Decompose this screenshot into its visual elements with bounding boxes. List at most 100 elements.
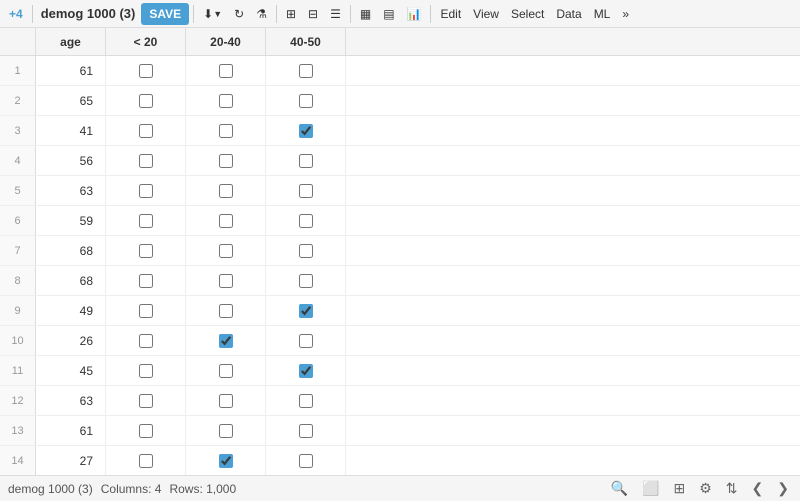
cell-c2040[interactable] bbox=[186, 326, 266, 355]
checkbox-c2040[interactable] bbox=[219, 64, 233, 78]
cell-c4050[interactable] bbox=[266, 116, 346, 145]
checkbox-lt20[interactable] bbox=[139, 94, 153, 108]
cell-c2040[interactable] bbox=[186, 236, 266, 265]
cell-c4050[interactable] bbox=[266, 236, 346, 265]
checkbox-lt20[interactable] bbox=[139, 394, 153, 408]
checkbox-lt20[interactable] bbox=[139, 184, 153, 198]
cell-c4050[interactable] bbox=[266, 416, 346, 445]
checkbox-c4050[interactable] bbox=[299, 94, 313, 108]
col-header-4050[interactable]: 40-50 bbox=[266, 28, 346, 55]
cell-c4050[interactable] bbox=[266, 56, 346, 85]
cell-lt20[interactable] bbox=[106, 386, 186, 415]
checkbox-c4050[interactable] bbox=[299, 154, 313, 168]
cell-c4050[interactable] bbox=[266, 86, 346, 115]
cell-c2040[interactable] bbox=[186, 86, 266, 115]
cell-lt20[interactable] bbox=[106, 266, 186, 295]
bookmark-status-icon[interactable]: ⬜ bbox=[639, 480, 662, 497]
cell-c4050[interactable] bbox=[266, 206, 346, 235]
checkbox-c2040[interactable] bbox=[219, 124, 233, 138]
checkbox-c4050[interactable] bbox=[299, 244, 313, 258]
checkbox-c4050[interactable] bbox=[299, 304, 313, 318]
checkbox-c2040[interactable] bbox=[219, 94, 233, 108]
card-view-button[interactable]: ⊟ bbox=[303, 3, 323, 25]
checkbox-c4050[interactable] bbox=[299, 454, 313, 468]
settings-status-icon[interactable]: ⚙ bbox=[696, 480, 715, 497]
row-stats-button[interactable]: ▤ bbox=[378, 3, 399, 25]
checkbox-c2040[interactable] bbox=[219, 214, 233, 228]
download-button[interactable]: ⬇ ▼ bbox=[198, 3, 227, 25]
save-button[interactable]: SAVE bbox=[141, 3, 189, 25]
chart-button[interactable]: 📊 bbox=[402, 3, 427, 25]
nav-next-icon[interactable]: ❯ bbox=[774, 480, 792, 497]
sort-status-icon[interactable]: ⇅ bbox=[723, 480, 741, 497]
cell-c2040[interactable] bbox=[186, 116, 266, 145]
cell-lt20[interactable] bbox=[106, 86, 186, 115]
checkbox-lt20[interactable] bbox=[139, 154, 153, 168]
cell-c2040[interactable] bbox=[186, 446, 266, 475]
checkbox-c2040[interactable] bbox=[219, 304, 233, 318]
cell-lt20[interactable] bbox=[106, 416, 186, 445]
checkbox-lt20[interactable] bbox=[139, 124, 153, 138]
col-stats-button[interactable]: ▦ bbox=[355, 3, 376, 25]
checkbox-lt20[interactable] bbox=[139, 454, 153, 468]
list-view-button[interactable]: ☰ bbox=[325, 3, 346, 25]
cell-c2040[interactable] bbox=[186, 176, 266, 205]
checkbox-lt20[interactable] bbox=[139, 364, 153, 378]
checkbox-c4050[interactable] bbox=[299, 394, 313, 408]
nav-prev-icon[interactable]: ❮ bbox=[749, 480, 767, 497]
checkbox-c2040[interactable] bbox=[219, 394, 233, 408]
cell-c4050[interactable] bbox=[266, 386, 346, 415]
cell-c2040[interactable] bbox=[186, 386, 266, 415]
checkbox-c2040[interactable] bbox=[219, 364, 233, 378]
cell-c2040[interactable] bbox=[186, 356, 266, 385]
view-menu[interactable]: View bbox=[468, 3, 504, 25]
cell-lt20[interactable] bbox=[106, 326, 186, 355]
add-columns-button[interactable]: +4 bbox=[4, 3, 28, 25]
cell-c4050[interactable] bbox=[266, 446, 346, 475]
checkbox-c4050[interactable] bbox=[299, 424, 313, 438]
cell-c2040[interactable] bbox=[186, 146, 266, 175]
checkbox-c2040[interactable] bbox=[219, 244, 233, 258]
cell-lt20[interactable] bbox=[106, 356, 186, 385]
cell-c2040[interactable] bbox=[186, 296, 266, 325]
checkbox-c2040[interactable] bbox=[219, 454, 233, 468]
cell-lt20[interactable] bbox=[106, 236, 186, 265]
select-menu[interactable]: Select bbox=[506, 3, 549, 25]
cell-lt20[interactable] bbox=[106, 206, 186, 235]
checkbox-c2040[interactable] bbox=[219, 154, 233, 168]
cell-c2040[interactable] bbox=[186, 206, 266, 235]
checkbox-c4050[interactable] bbox=[299, 64, 313, 78]
checkbox-c2040[interactable] bbox=[219, 184, 233, 198]
checkbox-c2040[interactable] bbox=[219, 424, 233, 438]
checkbox-lt20[interactable] bbox=[139, 244, 153, 258]
checkbox-lt20[interactable] bbox=[139, 304, 153, 318]
cell-c4050[interactable] bbox=[266, 176, 346, 205]
cell-lt20[interactable] bbox=[106, 446, 186, 475]
checkbox-c4050[interactable] bbox=[299, 124, 313, 138]
cell-c4050[interactable] bbox=[266, 296, 346, 325]
cell-lt20[interactable] bbox=[106, 146, 186, 175]
cell-lt20[interactable] bbox=[106, 296, 186, 325]
cell-c4050[interactable] bbox=[266, 146, 346, 175]
checkbox-lt20[interactable] bbox=[139, 274, 153, 288]
checkbox-lt20[interactable] bbox=[139, 424, 153, 438]
checkbox-lt20[interactable] bbox=[139, 214, 153, 228]
checkbox-lt20[interactable] bbox=[139, 64, 153, 78]
checkbox-c4050[interactable] bbox=[299, 184, 313, 198]
checkbox-c4050[interactable] bbox=[299, 334, 313, 348]
data-menu[interactable]: Data bbox=[551, 3, 586, 25]
ml-menu[interactable]: ML bbox=[589, 3, 616, 25]
more-menu[interactable]: » bbox=[617, 3, 634, 25]
cell-c2040[interactable] bbox=[186, 56, 266, 85]
cell-lt20[interactable] bbox=[106, 56, 186, 85]
checkbox-lt20[interactable] bbox=[139, 334, 153, 348]
grid-view-button[interactable]: ⊞ bbox=[281, 3, 301, 25]
col-header-age[interactable]: age bbox=[36, 28, 106, 55]
table-status-icon[interactable]: ⊞ bbox=[671, 480, 689, 497]
checkbox-c4050[interactable] bbox=[299, 214, 313, 228]
refresh-button[interactable]: ↻ bbox=[229, 3, 249, 25]
cell-lt20[interactable] bbox=[106, 116, 186, 145]
cell-c2040[interactable] bbox=[186, 266, 266, 295]
cell-c2040[interactable] bbox=[186, 416, 266, 445]
cell-lt20[interactable] bbox=[106, 176, 186, 205]
